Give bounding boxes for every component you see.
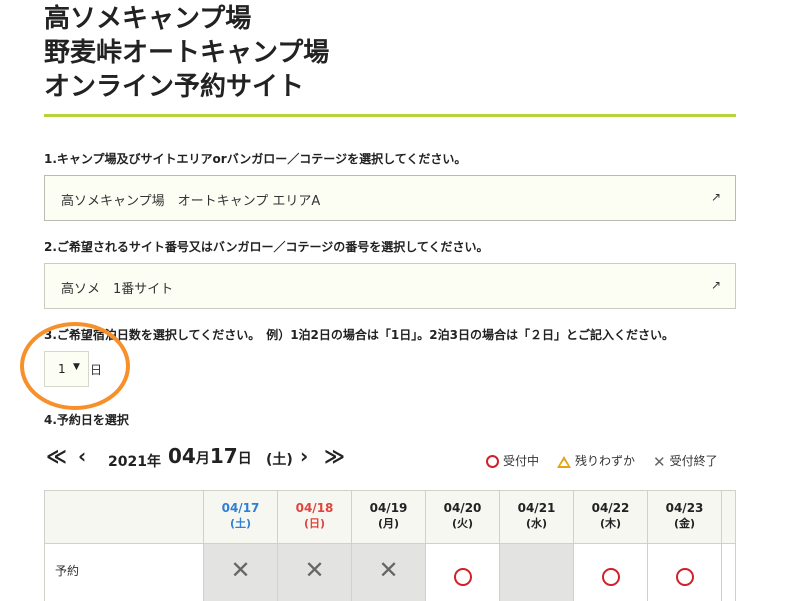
title-line-3: オンライン予約サイト xyxy=(44,72,305,102)
weekday-label: (月) xyxy=(377,517,400,530)
legend-few-label: 残りわずか xyxy=(575,454,636,468)
row-label-cell: 予約 xyxy=(45,543,204,601)
weekday-label: (金) xyxy=(673,517,696,530)
availability-cell[interactable] xyxy=(574,543,648,601)
date-label: 04/20 xyxy=(443,501,482,515)
page-title: 高ソメキャンプ場 野麦峠オートキャンプ場 オンライン予約サイト xyxy=(44,2,329,104)
weekday-label: (水) xyxy=(525,517,548,530)
weekday-label: (火) xyxy=(451,517,474,530)
availability-cell[interactable] xyxy=(648,543,722,601)
availability-cell: ✕ xyxy=(278,543,352,601)
date-label: 04/19 xyxy=(369,501,408,515)
legend-open: 受付中 xyxy=(486,452,539,469)
overflow-body-cell xyxy=(722,543,735,601)
title-divider xyxy=(44,114,736,117)
open-circle-icon xyxy=(675,568,694,586)
open-circle-icon xyxy=(601,568,620,586)
annotation-circle xyxy=(20,322,130,410)
circle-icon xyxy=(486,455,499,468)
legend-closed-label: 受付終了 xyxy=(669,454,718,468)
weekday-label: (土) xyxy=(229,517,252,530)
step2-label: 2.ご希望されるサイト番号又はバンガロー／コテージの番号を選択してください。 xyxy=(44,240,489,254)
legend-closed: ✕ 受付終了 xyxy=(653,452,718,471)
date-label: 04/17 xyxy=(221,501,260,515)
step4-label: 4.予約日を選択 xyxy=(44,413,129,427)
step1-label: 1.キャンプ場及びサイトエリアorバンガロー／コテージを選択してください。 xyxy=(44,152,467,166)
date-label: 04/18 xyxy=(295,501,334,515)
next-date-icon[interactable]: › xyxy=(300,444,308,468)
campsite-area-select[interactable]: 高ソメキャンプ場 オートキャンプ エリアA ↗ xyxy=(44,175,736,221)
weekday-label: (日) xyxy=(303,517,326,530)
cross-icon: ✕ xyxy=(653,452,666,471)
date-label: 04/21 xyxy=(517,501,556,515)
closed-cross-icon: ✕ xyxy=(304,556,325,584)
date-header-cell: 04/17 (土) xyxy=(204,491,278,543)
month-suffix: 月 xyxy=(195,451,210,467)
availability-cell xyxy=(500,543,574,601)
open-circle-icon xyxy=(453,568,472,586)
current-month: 04 xyxy=(168,444,196,468)
reservation-row-label: 予約 xyxy=(55,564,80,578)
date-header-cell: 04/18 (日) xyxy=(278,491,352,543)
external-arrow-icon: ↗ xyxy=(710,278,721,292)
current-day: 17 xyxy=(209,444,238,468)
legend-open-label: 受付中 xyxy=(503,454,540,468)
title-line-1: 高ソメキャンプ場 xyxy=(44,4,252,34)
last-page-icon[interactable]: ≫ xyxy=(324,444,345,468)
triangle-icon xyxy=(557,455,571,468)
date-label: 04/22 xyxy=(591,501,630,515)
closed-cross-icon: ✕ xyxy=(230,556,251,584)
current-year: 2021年 xyxy=(108,454,161,470)
date-header-cell: 04/20 (火) xyxy=(426,491,500,543)
date-header-cell: 04/23 (金) xyxy=(648,491,722,543)
step3-label: 3.ご希望宿泊日数を選択してください。 例）1泊2日の場合は「1日」。2泊3日の… xyxy=(44,328,674,342)
date-header-cell: 04/19 (月) xyxy=(352,491,426,543)
date-header-cell: 04/22 (木) xyxy=(574,491,648,543)
prev-date-icon[interactable]: ‹ xyxy=(78,444,86,468)
external-arrow-icon: ↗ xyxy=(710,190,721,204)
date-header-cell: 04/21 (水) xyxy=(500,491,574,543)
overflow-header-cell xyxy=(722,491,735,543)
site-number-value: 高ソメ 1番サイト xyxy=(61,282,174,297)
availability-cell: ✕ xyxy=(204,543,278,601)
current-date: 04月17日 xyxy=(168,444,252,468)
date-navigator: ≪ ‹ 2021年 04月17日 (土) › ≫ xyxy=(46,444,366,472)
site-number-select[interactable]: 高ソメ 1番サイト ↗ xyxy=(44,263,736,309)
availability-cell: ✕ xyxy=(352,543,426,601)
closed-cross-icon: ✕ xyxy=(378,556,399,584)
availability-cell[interactable] xyxy=(426,543,500,601)
corner-header-cell xyxy=(45,491,204,543)
legend-few: 残りわずか xyxy=(557,452,635,469)
first-page-icon[interactable]: ≪ xyxy=(46,444,67,468)
current-dow: (土) xyxy=(266,452,293,468)
campsite-area-value: 高ソメキャンプ場 オートキャンプ エリアA xyxy=(61,194,321,209)
availability-calendar: 予約 04/17 (土) ✕ 04/18 (日) ✕ 04/19 (月) ✕ 04/20 (火) 04… xyxy=(44,490,736,601)
title-line-2: 野麦峠オートキャンプ場 xyxy=(44,38,330,68)
date-label: 04/23 xyxy=(665,501,704,515)
day-suffix: 日 xyxy=(237,451,252,467)
weekday-label: (木) xyxy=(599,517,622,530)
